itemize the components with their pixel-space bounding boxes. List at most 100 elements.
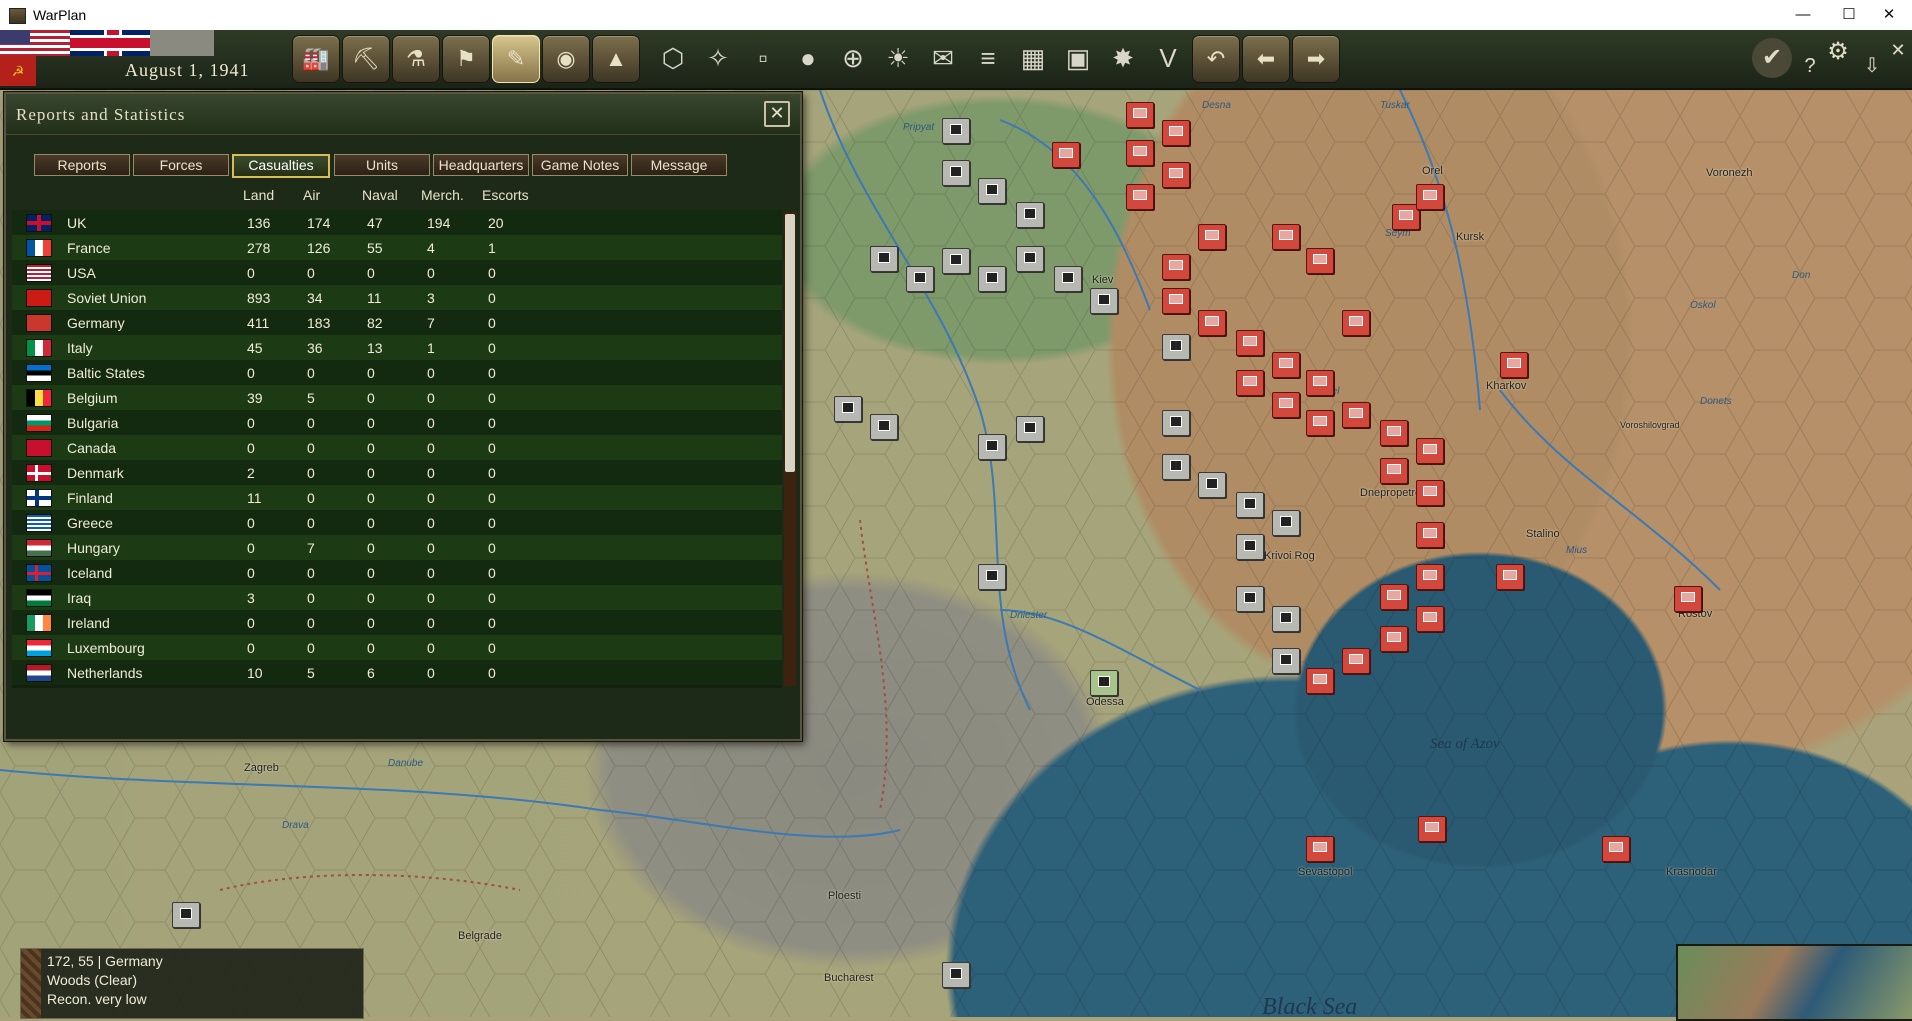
soviet-unit-counter[interactable]	[1162, 120, 1190, 146]
axis-unit-counter[interactable]	[1198, 472, 1226, 498]
soviet-unit-counter[interactable]	[1380, 584, 1408, 610]
town-krasnodar[interactable]: Krasnodar	[1666, 866, 1717, 878]
soviet-unit-counter[interactable]	[1052, 142, 1080, 168]
soviet-unit-counter[interactable]	[1496, 564, 1524, 590]
table-row[interactable]: Belgium 39 5 0 0 0	[12, 385, 782, 410]
axis-unit-counter[interactable]	[834, 396, 862, 422]
table-row[interactable]: Ireland 0 0 0 0 0	[12, 610, 782, 635]
axis-unit-counter[interactable]	[978, 178, 1006, 204]
town-bucharest[interactable]: Bucharest	[824, 972, 874, 984]
soviet-unit-counter[interactable]	[1380, 420, 1408, 446]
soviet-unit-counter[interactable]	[1126, 102, 1154, 128]
binoculars-icon[interactable]: ◉	[542, 35, 590, 83]
town-odessa[interactable]: Odessa	[1086, 696, 1124, 708]
scrollbar-thumb[interactable]	[785, 214, 795, 472]
reports-icon[interactable]: ✎	[492, 35, 540, 83]
table-row[interactable]: Iraq 3 0 0 0 0	[12, 585, 782, 610]
soviet-unit-counter[interactable]	[1272, 392, 1300, 418]
table-row[interactable]: Netherlands 10 5 6 0 0	[12, 660, 782, 685]
soviet-unit-counter[interactable]	[1306, 248, 1334, 274]
research-icon[interactable]: ⚗	[392, 35, 440, 83]
axis-unit-counter[interactable]	[1162, 410, 1190, 436]
axis-unit-counter[interactable]	[1272, 510, 1300, 536]
soviet-unit-counter[interactable]	[1342, 310, 1370, 336]
table-row[interactable]: Bulgaria 0 0 0 0 0	[12, 410, 782, 435]
square-icon[interactable]: ▣	[1057, 37, 1099, 79]
tab-units[interactable]: Units	[334, 154, 430, 176]
table-row[interactable]: Soviet Union 893 34 11 3 0	[12, 285, 782, 310]
table-row[interactable]: Luxembourg 0 0 0 0 0	[12, 635, 782, 660]
town-kharkov[interactable]: Kharkov	[1486, 380, 1526, 392]
soviet-unit-counter[interactable]	[1306, 836, 1334, 862]
tab-game-notes[interactable]: Game Notes	[532, 154, 628, 176]
flag-icon[interactable]: ⚑	[442, 35, 490, 83]
axis-unit-counter[interactable]	[906, 266, 934, 292]
soviet-unit-counter[interactable]	[1418, 816, 1446, 842]
checkmark-icon[interactable]: ✔	[1752, 38, 1792, 78]
tab-headquarters[interactable]: Headquarters	[433, 154, 529, 176]
table-row[interactable]: Denmark 2 0 0 0 0	[12, 460, 782, 485]
town-orel[interactable]: Orel	[1422, 165, 1443, 177]
grid-icon[interactable]: ▦	[1012, 37, 1054, 79]
tab-message[interactable]: Message	[631, 154, 727, 176]
soviet-unit-counter[interactable]	[1416, 606, 1444, 632]
close-x-icon[interactable]: ✕	[764, 101, 790, 127]
undo-icon[interactable]: ↶	[1192, 35, 1240, 83]
axis-unit-counter[interactable]	[1016, 416, 1044, 442]
soviet-unit-counter[interactable]	[1198, 224, 1226, 250]
town-belgrade[interactable]: Belgrade	[458, 930, 502, 942]
forward-arrow-icon[interactable]: ➡	[1292, 35, 1340, 83]
axis-unit-counter[interactable]	[1162, 334, 1190, 360]
close-icon[interactable]: ✕	[1866, 2, 1912, 28]
soviet-unit-counter[interactable]	[1306, 410, 1334, 436]
soviet-unit-counter[interactable]	[1380, 626, 1408, 652]
soviet-unit-counter[interactable]	[1126, 140, 1154, 166]
soviet-unit-counter[interactable]	[1162, 162, 1190, 188]
naval-icon[interactable]: ⛏	[342, 35, 390, 83]
axis-unit-counter[interactable]	[1272, 606, 1300, 632]
table-row[interactable]: Iceland 0 0 0 0 0	[12, 560, 782, 585]
production-icon[interactable]: 🏭	[292, 35, 340, 83]
map-close-icon[interactable]: ✕	[1878, 30, 1912, 70]
soviet-unit-counter[interactable]	[1272, 224, 1300, 250]
town-zagreb[interactable]: Zagreb	[244, 762, 279, 774]
table-row[interactable]: USA 0 0 0 0 0	[12, 260, 782, 285]
axis-unit-counter[interactable]	[1272, 648, 1300, 674]
table-row[interactable]: Baltic States 0 0 0 0 0	[12, 360, 782, 385]
town-kursk[interactable]: Kursk	[1456, 231, 1484, 243]
table-row[interactable]: Canada 0 0 0 0 0	[12, 435, 782, 460]
town-sevastopol[interactable]: Sevastopol	[1298, 866, 1352, 878]
town-kiev[interactable]: Kiev	[1092, 274, 1113, 286]
axis-unit-counter[interactable]	[172, 902, 200, 928]
axis-unit-counter[interactable]	[942, 962, 970, 988]
town-voroshilovgrad[interactable]: Voroshilovgrad	[1620, 420, 1680, 430]
hexes-icon[interactable]: ✧	[697, 37, 739, 79]
soviet-unit-counter[interactable]	[1416, 564, 1444, 590]
soviet-unit-counter[interactable]	[1236, 370, 1264, 396]
minimap-view[interactable]	[1676, 944, 1912, 1021]
axis-unit-counter[interactable]	[1016, 202, 1044, 228]
soviet-unit-counter[interactable]	[1342, 648, 1370, 674]
axis-unit-counter[interactable]	[942, 160, 970, 186]
town-ploesti[interactable]: Ploesti	[828, 890, 861, 902]
soviet-unit-counter[interactable]	[1602, 836, 1630, 862]
soviet-unit-counter[interactable]	[1162, 254, 1190, 280]
axis-unit-counter[interactable]	[978, 266, 1006, 292]
back-arrow-icon[interactable]: ⬅	[1242, 35, 1290, 83]
soviet-unit-counter[interactable]	[1416, 522, 1444, 548]
town-krivoi-rog[interactable]: Krivoi Rog	[1264, 550, 1315, 562]
soviet-unit-counter[interactable]	[1342, 402, 1370, 428]
town-stalino[interactable]: Stalino	[1526, 528, 1560, 540]
axis-unit-counter[interactable]	[942, 248, 970, 274]
tab-forces[interactable]: Forces	[133, 154, 229, 176]
table-row[interactable]: Finland 11 0 0 0 0	[12, 485, 782, 510]
soviet-unit-counter[interactable]	[1500, 352, 1528, 378]
helmet-icon[interactable]: ▲	[592, 35, 640, 83]
tab-reports[interactable]: Reports	[34, 154, 130, 176]
axis-unit-counter[interactable]	[1236, 534, 1264, 560]
table-row[interactable]: Italy 45 36 13 1 0	[12, 335, 782, 360]
target-icon[interactable]: ⊕	[832, 37, 874, 79]
table-row[interactable]: UK 136 174 47 194 20	[12, 210, 782, 235]
table-row[interactable]: France 278 126 55 4 1	[12, 235, 782, 260]
axis-unit-counter[interactable]	[870, 414, 898, 440]
